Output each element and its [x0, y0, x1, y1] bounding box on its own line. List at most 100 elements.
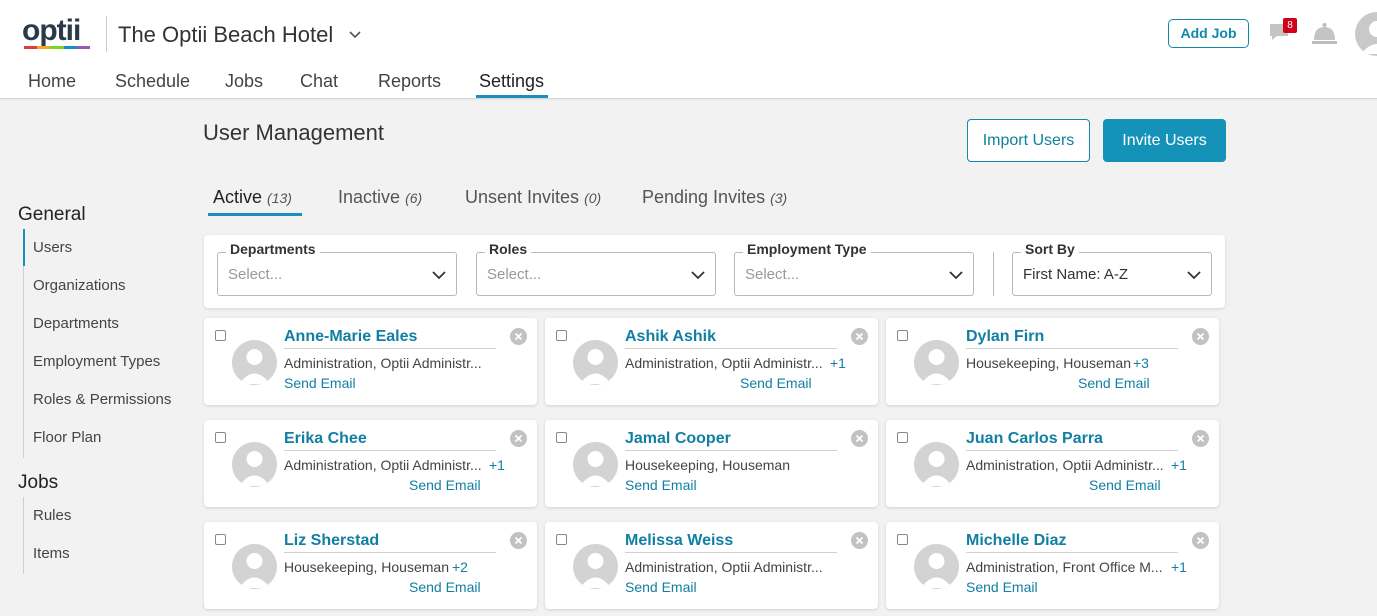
- select-checkbox[interactable]: [556, 534, 567, 545]
- chevron-down-icon[interactable]: [348, 30, 362, 40]
- sidebar-heading-jobs: Jobs: [18, 472, 59, 493]
- user-card[interactable]: Anne-Marie Eales Administration, Optii A…: [204, 318, 537, 405]
- tab-active-indicator: [208, 213, 302, 216]
- add-job-button[interactable]: Add Job: [1168, 19, 1249, 48]
- send-email-link[interactable]: Send Email: [1089, 477, 1161, 493]
- select-label: Employment Type: [743, 241, 871, 257]
- nav-chat[interactable]: Chat: [300, 71, 338, 92]
- tab-inactive[interactable]: Inactive (6): [338, 187, 422, 208]
- user-roles: Housekeeping, Houseman: [284, 559, 449, 575]
- user-name[interactable]: Michelle Diaz: [966, 532, 1066, 550]
- select-checkbox[interactable]: [215, 330, 226, 341]
- close-icon[interactable]: [1192, 532, 1209, 549]
- nav-active-indicator: [476, 95, 548, 98]
- user-roles: Administration, Optii Administr...: [625, 355, 823, 371]
- logo-color-red: [24, 46, 38, 49]
- tab-label: Unsent Invites: [465, 187, 580, 207]
- user-name[interactable]: Melissa Weiss: [625, 532, 733, 550]
- close-icon[interactable]: [510, 430, 527, 447]
- select-checkbox[interactable]: [897, 330, 908, 341]
- close-icon[interactable]: [510, 328, 527, 345]
- nav-reports[interactable]: Reports: [378, 71, 441, 92]
- close-icon[interactable]: [510, 532, 527, 549]
- select-checkbox[interactable]: [215, 534, 226, 545]
- user-name[interactable]: Anne-Marie Eales: [284, 328, 417, 346]
- user-roles: Administration, Front Office M...: [966, 559, 1163, 575]
- chevron-down-icon: [691, 271, 705, 280]
- send-email-link[interactable]: Send Email: [740, 375, 812, 391]
- sidebar-item-floor-plan[interactable]: Floor Plan: [33, 429, 101, 446]
- sidebar-item-employment-types[interactable]: Employment Types: [33, 353, 160, 370]
- sidebar-item-items[interactable]: Items: [33, 545, 70, 562]
- sidebar-item-rules[interactable]: Rules: [33, 507, 71, 524]
- user-card[interactable]: Ashik Ashik Administration, Optii Admini…: [545, 318, 878, 405]
- close-icon[interactable]: [851, 328, 868, 345]
- select-checkbox[interactable]: [897, 534, 908, 545]
- nav-schedule[interactable]: Schedule: [115, 71, 190, 92]
- close-icon[interactable]: [1192, 430, 1209, 447]
- more-roles-link[interactable]: +1: [1171, 559, 1187, 575]
- send-email-link[interactable]: Send Email: [966, 579, 1038, 595]
- user-card[interactable]: Michelle Diaz Administration, Front Offi…: [886, 522, 1219, 609]
- sidebar-item-users[interactable]: Users: [33, 239, 72, 256]
- user-name[interactable]: Liz Sherstad: [284, 532, 379, 550]
- roles-select[interactable]: Select...: [476, 252, 716, 296]
- send-email-link[interactable]: Send Email: [409, 579, 481, 595]
- hotel-selector-label[interactable]: The Optii Beach Hotel: [118, 22, 333, 48]
- user-avatar[interactable]: [1355, 12, 1377, 56]
- sidebar-active-indicator: [23, 229, 25, 266]
- logo-color-purple: [76, 46, 91, 49]
- user-card[interactable]: Liz Sherstad Housekeeping, Houseman +2 S…: [204, 522, 537, 609]
- select-checkbox[interactable]: [897, 432, 908, 443]
- sidebar-item-organizations[interactable]: Organizations: [33, 277, 126, 294]
- user-name[interactable]: Dylan Firn: [966, 328, 1044, 346]
- close-icon[interactable]: [851, 532, 868, 549]
- departments-select[interactable]: Select...: [217, 252, 457, 296]
- send-email-link[interactable]: Send Email: [1078, 375, 1150, 391]
- header-divider: [106, 16, 107, 52]
- sort-by-select[interactable]: First Name: A-Z: [1012, 252, 1212, 296]
- more-roles-link[interactable]: +2: [452, 559, 468, 575]
- send-email-link[interactable]: Send Email: [625, 477, 697, 493]
- tab-unsent-invites[interactable]: Unsent Invites (0): [465, 187, 601, 208]
- select-checkbox[interactable]: [556, 330, 567, 341]
- nav-home[interactable]: Home: [28, 71, 76, 92]
- select-value: Select...: [487, 266, 542, 283]
- sidebar-item-departments[interactable]: Departments: [33, 315, 119, 332]
- user-name[interactable]: Ashik Ashik: [625, 328, 716, 346]
- tab-active[interactable]: Active (13): [213, 187, 292, 208]
- more-roles-link[interactable]: +3: [1133, 355, 1149, 371]
- nav-jobs[interactable]: Jobs: [225, 71, 263, 92]
- more-roles-link[interactable]: +1: [489, 457, 505, 473]
- send-email-link[interactable]: Send Email: [284, 375, 356, 391]
- employment-type-select[interactable]: Select...: [734, 252, 974, 296]
- user-name[interactable]: Juan Carlos Parra: [966, 430, 1103, 448]
- user-card[interactable]: Jamal Cooper Housekeeping, Houseman Send…: [545, 420, 878, 507]
- user-name[interactable]: Erika Chee: [284, 430, 367, 448]
- send-email-link[interactable]: Send Email: [409, 477, 481, 493]
- close-icon[interactable]: [1192, 328, 1209, 345]
- user-card[interactable]: Dylan Firn Housekeeping, Houseman +3 Sen…: [886, 318, 1219, 405]
- more-roles-link[interactable]: +1: [1171, 457, 1187, 473]
- invite-users-button[interactable]: Invite Users: [1103, 119, 1226, 162]
- tab-count: (13): [267, 190, 292, 206]
- select-checkbox[interactable]: [215, 432, 226, 443]
- import-users-button[interactable]: Import Users: [967, 119, 1090, 162]
- user-card[interactable]: Melissa Weiss Administration, Optii Admi…: [545, 522, 878, 609]
- send-email-link[interactable]: Send Email: [625, 579, 697, 595]
- nav-settings[interactable]: Settings: [479, 71, 544, 92]
- sidebar-item-roles-permissions[interactable]: Roles & Permissions: [33, 391, 171, 408]
- user-name[interactable]: Jamal Cooper: [625, 430, 731, 448]
- name-underline: [625, 348, 837, 349]
- user-card[interactable]: Juan Carlos Parra Administration, Optii …: [886, 420, 1219, 507]
- tab-pending-invites[interactable]: Pending Invites (3): [642, 187, 787, 208]
- avatar: [914, 340, 959, 385]
- select-value: Select...: [228, 266, 283, 283]
- user-card[interactable]: Erika Chee Administration, Optii Adminis…: [204, 420, 537, 507]
- close-icon[interactable]: [851, 430, 868, 447]
- more-roles-link[interactable]: +1: [830, 355, 846, 371]
- select-checkbox[interactable]: [556, 432, 567, 443]
- optii-logo[interactable]: optii: [22, 16, 92, 52]
- service-bell-icon[interactable]: [1311, 20, 1338, 46]
- avatar-person-icon: [921, 553, 952, 588]
